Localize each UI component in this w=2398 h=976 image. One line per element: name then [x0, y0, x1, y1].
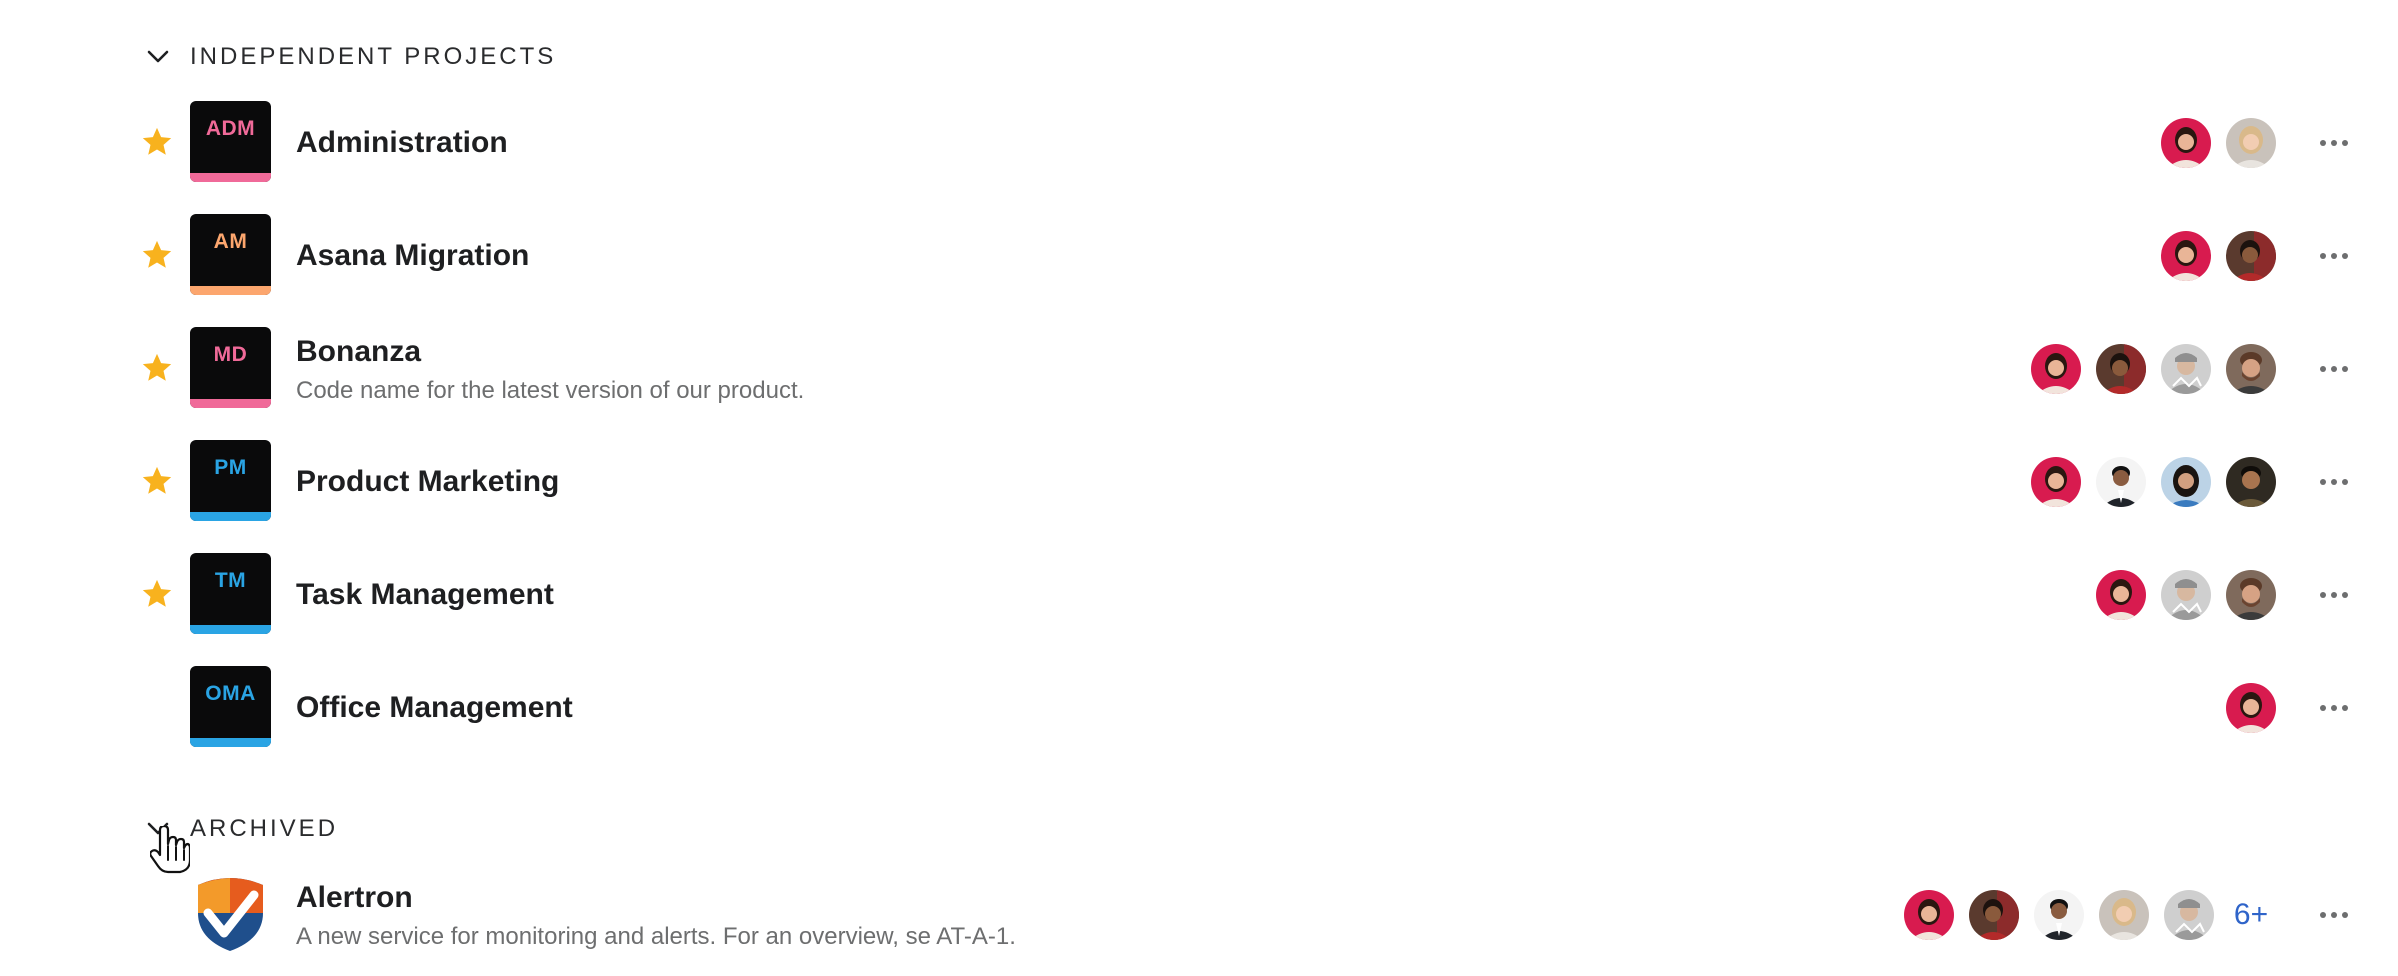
project-color-bar	[190, 512, 271, 521]
project-abbreviation: PM	[214, 456, 247, 479]
star-icon[interactable]	[140, 125, 174, 159]
avatar[interactable]	[2031, 344, 2081, 394]
member-avatars: 6+	[1889, 865, 2276, 965]
avatar[interactable]	[2226, 231, 2276, 281]
member-avatars	[2016, 319, 2276, 419]
avatar[interactable]	[2226, 118, 2276, 168]
project-name[interactable]: Alertron	[296, 881, 413, 915]
star-icon[interactable]	[140, 464, 174, 498]
project-row-administration[interactable]: ADM Administration	[0, 93, 2398, 193]
project-name[interactable]: Bonanza	[296, 335, 421, 369]
avatar[interactable]	[1904, 890, 1954, 940]
avatar[interactable]	[2164, 890, 2214, 940]
hand-pointer-cursor-icon	[150, 826, 190, 874]
avatar[interactable]	[2034, 890, 2084, 940]
project-description: Code name for the latest version of our …	[296, 377, 805, 404]
project-abbreviation: TM	[214, 569, 247, 592]
section-header-independent[interactable]: INDEPENDENT PROJECTS	[140, 39, 556, 75]
project-color-bar	[190, 173, 271, 182]
more-horizontal-icon[interactable]	[2314, 575, 2354, 615]
project-tile[interactable]: TM	[190, 553, 271, 634]
avatar[interactable]	[2226, 457, 2276, 507]
project-name[interactable]: Administration	[296, 126, 508, 160]
project-tile[interactable]: MD	[190, 327, 271, 408]
project-color-bar	[190, 399, 271, 408]
project-name[interactable]: Product Marketing	[296, 465, 559, 499]
avatar[interactable]	[2161, 457, 2211, 507]
project-tile[interactable]: PM	[190, 440, 271, 521]
project-tile[interactable]: OMA	[190, 666, 271, 747]
more-horizontal-icon[interactable]	[2314, 688, 2354, 728]
avatar[interactable]	[2161, 570, 2211, 620]
project-row-product-marketing[interactable]: PM Product Marketing	[0, 432, 2398, 532]
project-name[interactable]: Asana Migration	[296, 239, 529, 273]
project-tile[interactable]: ADM	[190, 101, 271, 182]
member-avatars	[2146, 206, 2276, 306]
more-horizontal-icon[interactable]	[2314, 236, 2354, 276]
more-members-count[interactable]: 6+	[2226, 898, 2276, 932]
avatar[interactable]	[2161, 231, 2211, 281]
chevron-down-icon[interactable]	[140, 39, 176, 75]
star-icon[interactable]	[140, 577, 174, 611]
avatar[interactable]	[2099, 890, 2149, 940]
member-avatars	[2211, 658, 2276, 758]
shield-logo-icon[interactable]	[190, 873, 271, 954]
avatar[interactable]	[2096, 570, 2146, 620]
project-abbreviation: ADM	[205, 117, 256, 140]
section-title: INDEPENDENT PROJECTS	[190, 43, 557, 70]
avatar[interactable]	[2226, 570, 2276, 620]
project-row-task-management[interactable]: TM Task Management	[0, 545, 2398, 645]
member-avatars	[2146, 93, 2276, 193]
project-row-bonanza[interactable]: MD Bonanza Code name for the latest vers…	[0, 319, 2398, 419]
project-name[interactable]: Task Management	[296, 578, 554, 612]
more-horizontal-icon[interactable]	[2314, 123, 2354, 163]
project-abbreviation: OMA	[205, 682, 256, 705]
star-icon[interactable]	[140, 351, 174, 385]
avatar[interactable]	[2096, 457, 2146, 507]
avatar[interactable]	[2161, 118, 2211, 168]
more-horizontal-icon[interactable]	[2314, 462, 2354, 502]
project-row-alertron[interactable]: Alertron A new service for monitoring an…	[0, 865, 2398, 965]
project-abbreviation: AM	[213, 230, 248, 253]
project-color-bar	[190, 625, 271, 634]
avatar[interactable]	[2161, 344, 2211, 394]
project-row-office-management[interactable]: OMA Office Management	[0, 658, 2398, 758]
section-title: ARCHIVED	[190, 815, 339, 842]
project-color-bar	[190, 738, 271, 747]
project-description: A new service for monitoring and alerts.…	[296, 923, 1016, 950]
project-tile[interactable]: AM	[190, 214, 271, 295]
project-name[interactable]: Office Management	[296, 691, 573, 725]
member-avatars	[2016, 432, 2276, 532]
more-horizontal-icon[interactable]	[2314, 349, 2354, 389]
avatar[interactable]	[1969, 890, 2019, 940]
member-avatars	[2081, 545, 2276, 645]
avatar[interactable]	[2031, 457, 2081, 507]
avatar[interactable]	[2096, 344, 2146, 394]
project-row-asana-migration[interactable]: AM Asana Migration	[0, 206, 2398, 306]
project-color-bar	[190, 286, 271, 295]
avatar[interactable]	[2226, 683, 2276, 733]
star-icon[interactable]	[140, 238, 174, 272]
project-abbreviation: MD	[213, 343, 248, 366]
more-horizontal-icon[interactable]	[2314, 895, 2354, 935]
avatar[interactable]	[2226, 344, 2276, 394]
